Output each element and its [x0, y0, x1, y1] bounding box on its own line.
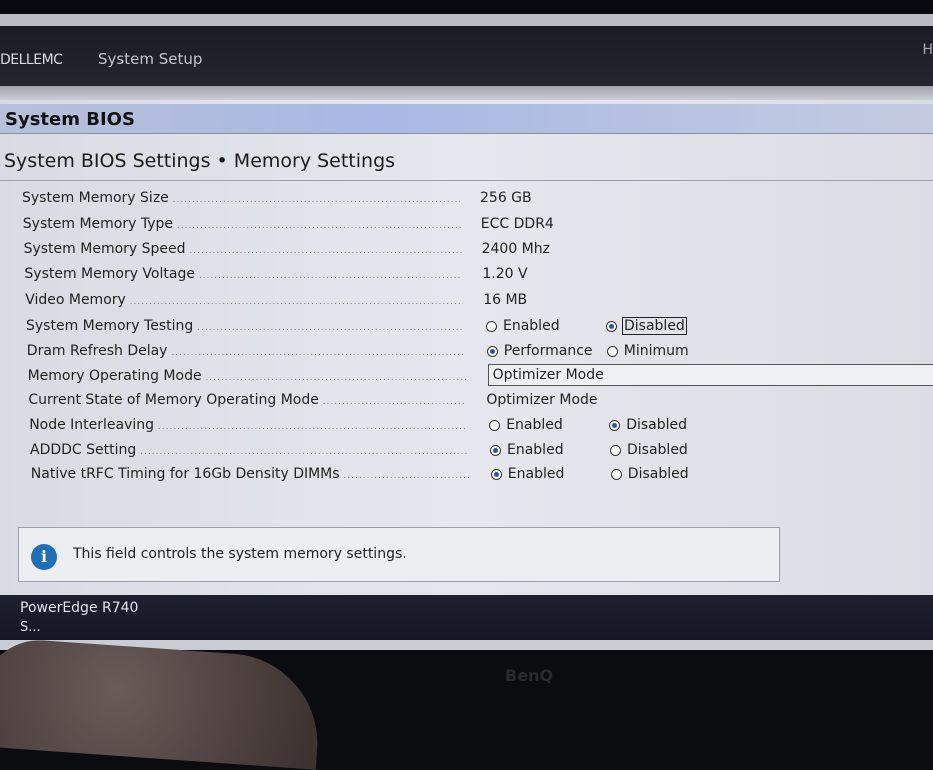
help-link[interactable]: H	[922, 42, 933, 58]
radio-selected-icon[interactable]	[490, 468, 502, 480]
setting-label: System Memory Type	[23, 216, 461, 232]
setting-row: System Memory Type ECC DDR4	[23, 216, 923, 236]
info-text: This field controls the system memory se…	[73, 546, 407, 562]
radio-label: Enabled	[507, 466, 565, 482]
radio-enabled[interactable]: Enabled	[486, 318, 560, 334]
radio-selected-icon[interactable]	[609, 419, 621, 431]
setting-label: System Memory Voltage	[24, 266, 462, 282]
setting-row: Memory Operating Mode Optimizer Mode	[28, 364, 933, 388]
radio-label: Disabled	[622, 317, 687, 335]
radio-label: Enabled	[507, 442, 564, 458]
hand-occlusion	[0, 636, 324, 770]
setting-label: ADDDC Setting	[30, 442, 468, 458]
radio-label: Enabled	[503, 318, 560, 334]
setting-row: System Memory Size 256 GB	[22, 190, 922, 210]
dell-emc-logo: DELLEMC	[0, 52, 63, 68]
setting-label: Video Memory	[25, 292, 463, 308]
footer: PowerEdge R740 S...	[0, 595, 933, 643]
setting-value: Optimizer Mode	[486, 392, 598, 408]
radio-disabled[interactable]: Disabled	[609, 417, 687, 433]
setting-label: System Memory Testing	[26, 318, 464, 334]
setting-row: Native tRFC Timing for 16Gb Density DIMM…	[31, 466, 931, 486]
radio-selected-icon[interactable]	[606, 320, 617, 332]
title-bar: System BIOS	[0, 104, 933, 134]
setting-row: System Memory Voltage 1.20 V	[24, 266, 924, 286]
radio-unselected-icon[interactable]	[610, 444, 621, 456]
setting-label: System Memory Size	[22, 190, 460, 206]
setting-label: Current State of Memory Operating Mode	[28, 392, 466, 408]
setting-label: Dram Refresh Delay	[27, 343, 465, 359]
radio-enabled[interactable]: Enabled	[489, 417, 563, 433]
radio-minimum[interactable]: Minimum	[606, 343, 689, 359]
radio-label: Disabled	[626, 417, 688, 433]
radio-label: Enabled	[506, 417, 563, 433]
monitor-brand-logo: BenQ	[505, 666, 554, 685]
radio-unselected-icon[interactable]	[610, 468, 622, 480]
setting-row: System Memory Speed 2400 Mhz	[24, 241, 924, 261]
setting-row: ADDDC Setting Enabled Disabled	[30, 442, 930, 462]
setting-row: Dram Refresh Delay Performance Minimum	[27, 343, 927, 363]
radio-disabled[interactable]: Disabled	[610, 442, 688, 458]
radio-label: Disabled	[627, 466, 689, 482]
radio-label: Minimum	[623, 343, 689, 359]
radio-selected-icon[interactable]	[490, 444, 501, 456]
radio-disabled[interactable]: Disabled	[610, 466, 689, 482]
app-title: System Setup	[98, 50, 203, 68]
setting-label: Native tRFC Timing for 16Gb Density DIMM…	[31, 466, 469, 482]
radio-enabled[interactable]: Enabled	[490, 442, 564, 458]
radio-unselected-icon[interactable]	[606, 345, 618, 357]
setting-label: System Memory Speed	[24, 241, 462, 257]
breadcrumb: System BIOS Settings • Memory Settings	[4, 150, 396, 172]
setting-value: 16 MB	[483, 292, 528, 308]
setting-value: 2400 Mhz	[481, 241, 550, 257]
radio-label: Disabled	[627, 442, 688, 458]
radio-disabled[interactable]: Disabled	[606, 317, 687, 335]
radio-unselected-icon[interactable]	[486, 320, 497, 332]
radio-label: Performance	[503, 343, 593, 359]
footer-subtext: S...	[20, 620, 41, 635]
radio-performance[interactable]: Performance	[486, 343, 593, 359]
setting-row: Video Memory 16 MB	[25, 292, 925, 312]
top-header: DELLEMC System Setup H	[0, 26, 933, 86]
setting-row: System Memory Testing Enabled Disabled	[26, 317, 926, 338]
info-icon: i	[31, 544, 57, 570]
page-title: System BIOS	[5, 109, 135, 130]
setting-row: Node Interleaving Enabled Disabled	[29, 417, 929, 437]
memory-mode-select[interactable]: Optimizer Mode	[487, 364, 933, 386]
setting-value: ECC DDR4	[480, 216, 554, 232]
setting-value: 256 GB	[480, 190, 532, 206]
radio-selected-icon[interactable]	[486, 345, 498, 357]
setting-value: 1.20 V	[482, 266, 528, 282]
server-model: PowerEdge R740	[20, 600, 139, 616]
radio-unselected-icon[interactable]	[489, 419, 501, 431]
setting-row: Current State of Memory Operating Mode Op…	[28, 392, 928, 412]
radio-enabled[interactable]: Enabled	[490, 466, 565, 482]
help-info-box: i This field controls the system memory …	[18, 527, 780, 582]
setting-label: Node Interleaving	[29, 417, 467, 433]
divider	[0, 180, 933, 181]
setting-label: Memory Operating Mode	[28, 368, 466, 384]
